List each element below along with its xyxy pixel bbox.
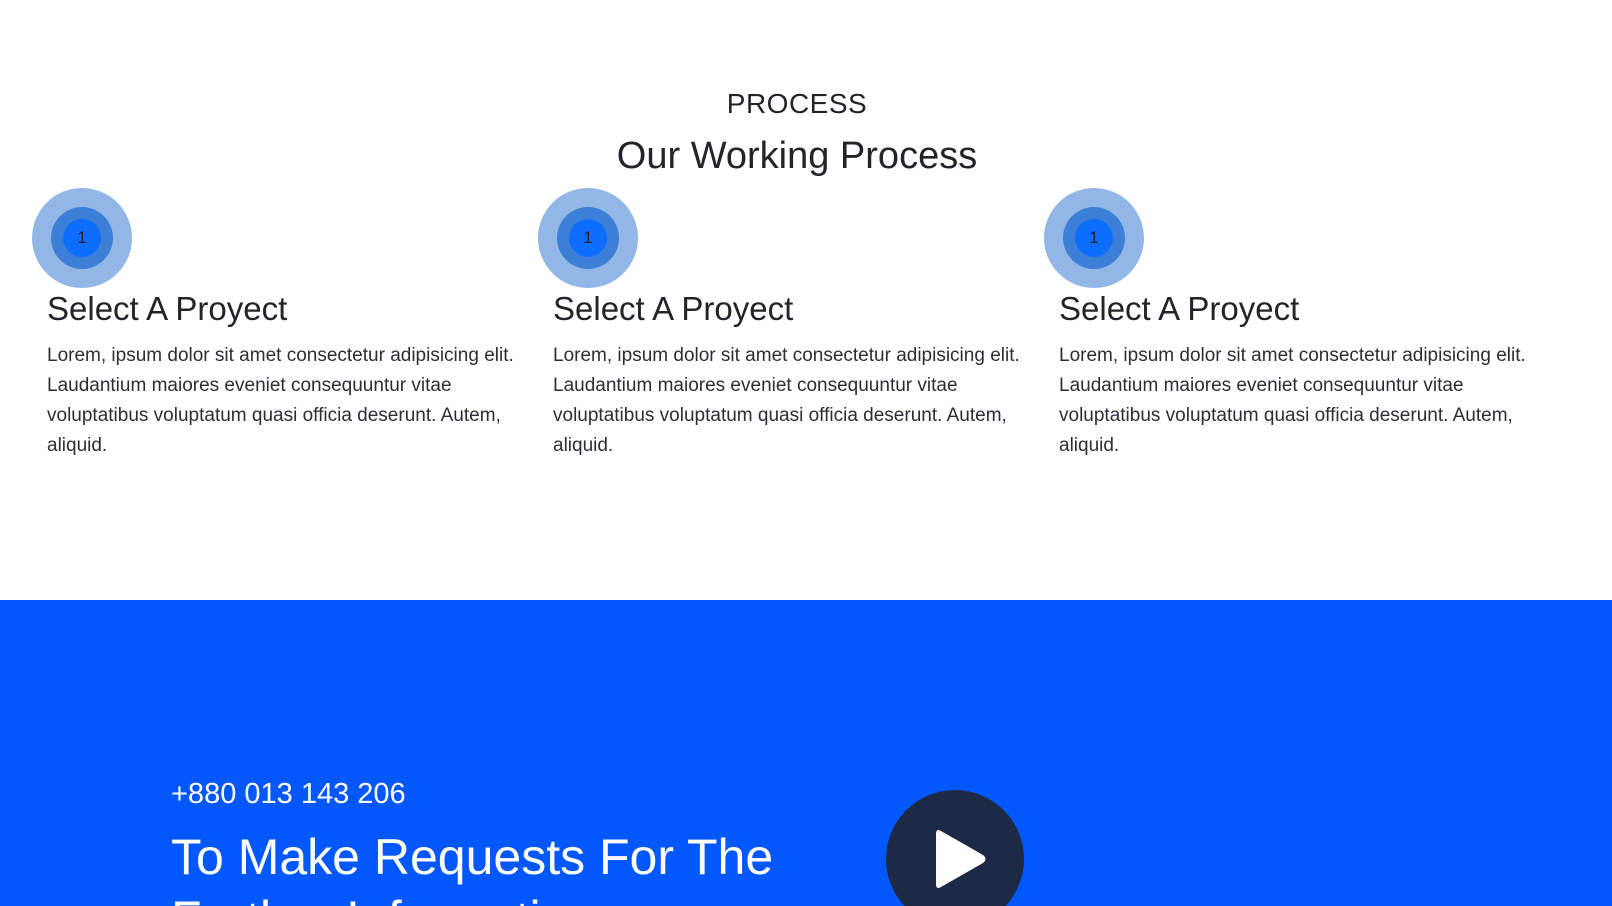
process-step-card: 1 Select A Proyect Lorem, ipsum dolor si… — [538, 188, 1038, 468]
step-description: Lorem, ipsum dolor sit amet consectetur … — [553, 345, 1020, 456]
step-number: 1 — [1075, 219, 1113, 257]
section-title: Our Working Process — [616, 135, 978, 177]
step-title: Select A Proyect — [553, 290, 794, 327]
process-section: PROCESS Our Working Process 1 Select A P… — [0, 0, 1612, 600]
cta-heading: To Make Requests For The Further Informa… — [171, 829, 774, 906]
step-title: Select A Proyect — [1059, 290, 1300, 327]
page: PROCESS Our Working Process 1 Select A P… — [0, 0, 1612, 906]
video-play-button[interactable] — [886, 790, 1024, 906]
process-step-card: 1 Select A Proyect Lorem, ipsum dolor si… — [32, 188, 532, 468]
step-number-badge: 1 — [538, 188, 638, 288]
step-number-badge: 1 — [32, 188, 132, 288]
play-icon — [936, 830, 986, 888]
process-step-card: 1 Select A Proyect Lorem, ipsum dolor si… — [1044, 188, 1544, 468]
step-number: 1 — [63, 219, 101, 257]
step-number-badge: 1 — [1044, 188, 1144, 288]
section-eyebrow: PROCESS — [726, 88, 868, 119]
phone-number[interactable]: +880 013 143 206 — [171, 776, 406, 812]
step-description: Lorem, ipsum dolor sit amet consectetur … — [47, 345, 514, 456]
cta-section: +880 013 143 206 To Make Requests For Th… — [0, 600, 1612, 906]
step-number: 1 — [569, 219, 607, 257]
step-description: Lorem, ipsum dolor sit amet consectetur … — [1059, 345, 1526, 456]
step-title: Select A Proyect — [47, 290, 288, 327]
